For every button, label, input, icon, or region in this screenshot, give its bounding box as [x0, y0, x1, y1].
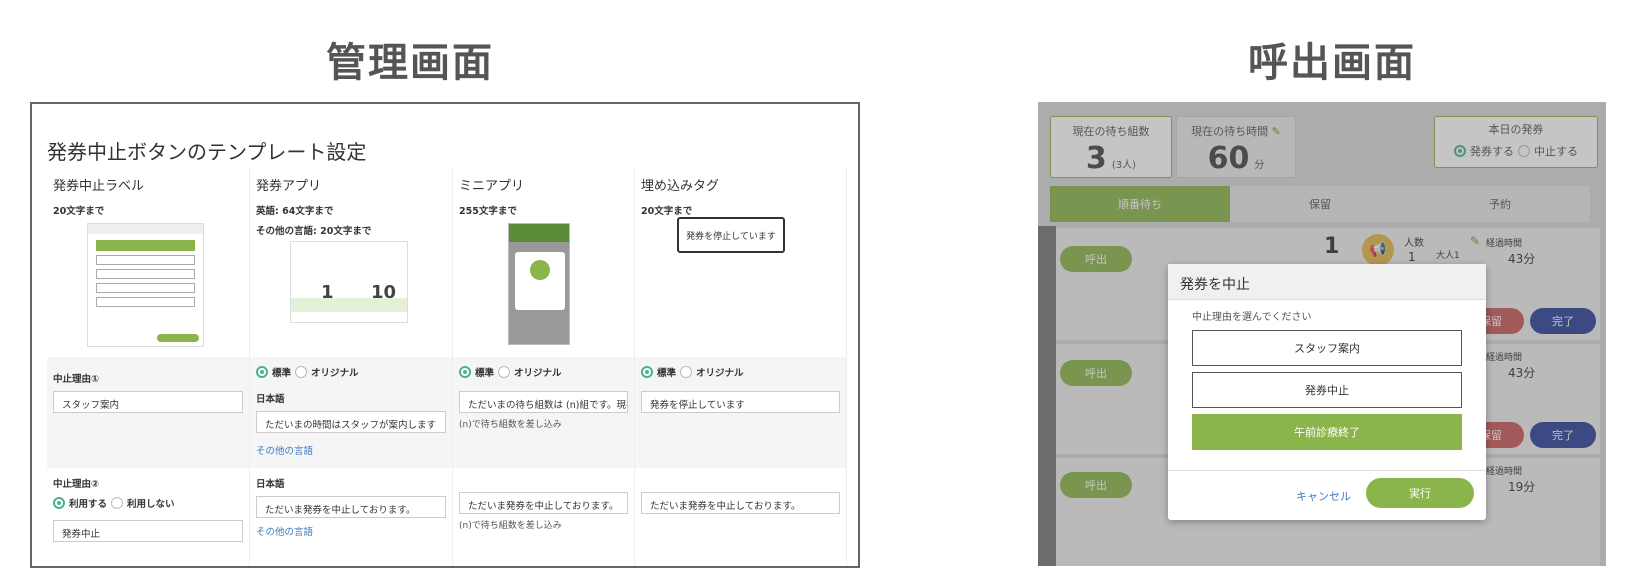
col-title: ミニアプリ: [459, 179, 525, 194]
template-grid: 発券中止ラベル 20文字まで 発券アプリ 英語: 64文字まで その他の言語: …: [47, 167, 847, 566]
execute-button[interactable]: 実行: [1366, 478, 1474, 508]
reason1-mini-cell: 標準 オリジナル ただいまの待ち組数は (n)組です。現在 (n)で待ち組数を差…: [453, 357, 635, 468]
reason2-app-cell: 日本語 ただいま発券を中止しております。 その他の言語: [250, 468, 453, 566]
admin-title: 発券中止ボタンのテンプレート設定: [47, 140, 367, 164]
mini-note: (n)で待ち組数を差し込み: [459, 521, 562, 531]
reason1-tag-input[interactable]: 発券を停止しています: [641, 391, 840, 413]
stop-ticket-modal: 発券を中止 中止理由を選んでください スタッフ案内 発券中止 午前診療終了 キャ…: [1168, 264, 1486, 520]
col-limit: 20文字まで: [641, 206, 693, 217]
radio-original-label: オリジナル: [696, 368, 744, 379]
reason1-mini-input[interactable]: ただいまの待ち組数は (n)組です。現在: [459, 391, 628, 413]
cancel-button[interactable]: キャンセル: [1296, 488, 1351, 504]
radio-nouse[interactable]: [111, 497, 124, 509]
col-tag: 埋め込みタグ 20文字まで 発券を停止しています: [635, 167, 847, 357]
col-mini: ミニアプリ 255文字まで: [453, 167, 635, 357]
reason1-tag-cell: 標準 オリジナル 発券を停止しています: [635, 357, 847, 468]
radio-original[interactable]: [680, 366, 693, 378]
lang-label: 日本語: [256, 479, 285, 490]
reason-option[interactable]: スタッフ案内: [1192, 330, 1462, 366]
col-app: 発券アプリ 英語: 64文字まで その他の言語: 20文字まで 1 10: [250, 167, 453, 357]
reason2-label-cell: 中止理由② 利用する 利用しない 発券中止: [47, 468, 250, 566]
col-limit: 255文字まで: [459, 206, 517, 217]
reason2-input[interactable]: 発券中止: [53, 520, 243, 542]
reason2-app-input[interactable]: ただいま発券を中止しております。: [256, 496, 446, 518]
radio-standard-label: 標準: [657, 368, 677, 379]
mini-preview-image: [508, 223, 570, 345]
radio-original-label: オリジナル: [514, 368, 562, 379]
admin-panel: 発券中止ボタンのテンプレート設定 発券中止ラベル 20文字まで 発券アプリ 英語…: [30, 102, 860, 568]
other-languages-link[interactable]: その他の言語: [256, 524, 446, 538]
col-title: 発券中止ラベル: [53, 179, 145, 194]
radio-original-label: オリジナル: [311, 368, 359, 379]
reason-option-selected[interactable]: 午前診療終了: [1192, 414, 1462, 450]
col-limit-2: その他の言語: 20文字まで: [256, 226, 372, 237]
col-label: 発券中止ラベル 20文字まで: [47, 167, 250, 357]
radio-original[interactable]: [295, 366, 308, 378]
reason2-tag-input[interactable]: ただいま発券を中止しております。: [641, 492, 840, 514]
reason2-mini-cell: ただいま発券を中止しております。 (n)で待ち組数を差し込み: [453, 468, 635, 566]
col-limit: 20文字まで: [53, 206, 105, 217]
col-title: 発券アプリ: [256, 179, 322, 194]
reason1-input[interactable]: スタッフ案内: [53, 391, 243, 413]
app-preview-image: 1 10: [290, 241, 408, 323]
radio-nouse-label: 利用しない: [127, 499, 175, 510]
reason1-label-cell: 中止理由① スタッフ案内: [47, 357, 250, 468]
reason2-tag-cell: ただいま発券を中止しております。: [635, 468, 847, 566]
call-heading: 呼出画面: [1248, 40, 1416, 86]
other-languages-link[interactable]: その他の言語: [256, 443, 446, 457]
admin-heading: 管理画面: [326, 40, 494, 86]
reason1-label: 中止理由①: [53, 374, 100, 385]
radio-standard-label: 標準: [272, 368, 292, 379]
radio-original[interactable]: [498, 366, 511, 378]
col-title: 埋め込みタグ: [641, 179, 720, 194]
radio-use-label: 利用する: [69, 499, 108, 510]
reason1-app-input[interactable]: ただいまの時間はスタッフが案内します: [256, 411, 446, 433]
col-limit: 英語: 64文字まで: [256, 206, 334, 217]
radio-use[interactable]: [53, 497, 65, 509]
radio-standard[interactable]: [641, 366, 653, 378]
radio-standard[interactable]: [256, 366, 268, 378]
mini-note: (n)で待ち組数を差し込み: [459, 420, 562, 430]
lang-label: 日本語: [256, 394, 285, 405]
reason-option[interactable]: 発券中止: [1192, 372, 1462, 408]
reason2-mini-input[interactable]: ただいま発券を中止しております。: [459, 492, 628, 514]
modal-prompt: 中止理由を選んでください: [1192, 312, 1312, 323]
modal-title: 発券を中止: [1168, 264, 1486, 300]
radio-standard-label: 標準: [475, 368, 495, 379]
reason1-app-cell: 標準 オリジナル 日本語 ただいまの時間はスタッフが案内します その他の言語: [250, 357, 453, 468]
radio-standard[interactable]: [459, 366, 471, 378]
call-screen: 現在の待ち組数 3 (3人) 現在の待ち時間 ✎ 60 分 本日の発券 発券する…: [1038, 102, 1606, 566]
label-preview-image: [87, 223, 204, 347]
reason2-label: 中止理由②: [53, 479, 100, 490]
tag-preview: 発券を停止しています: [677, 217, 785, 253]
